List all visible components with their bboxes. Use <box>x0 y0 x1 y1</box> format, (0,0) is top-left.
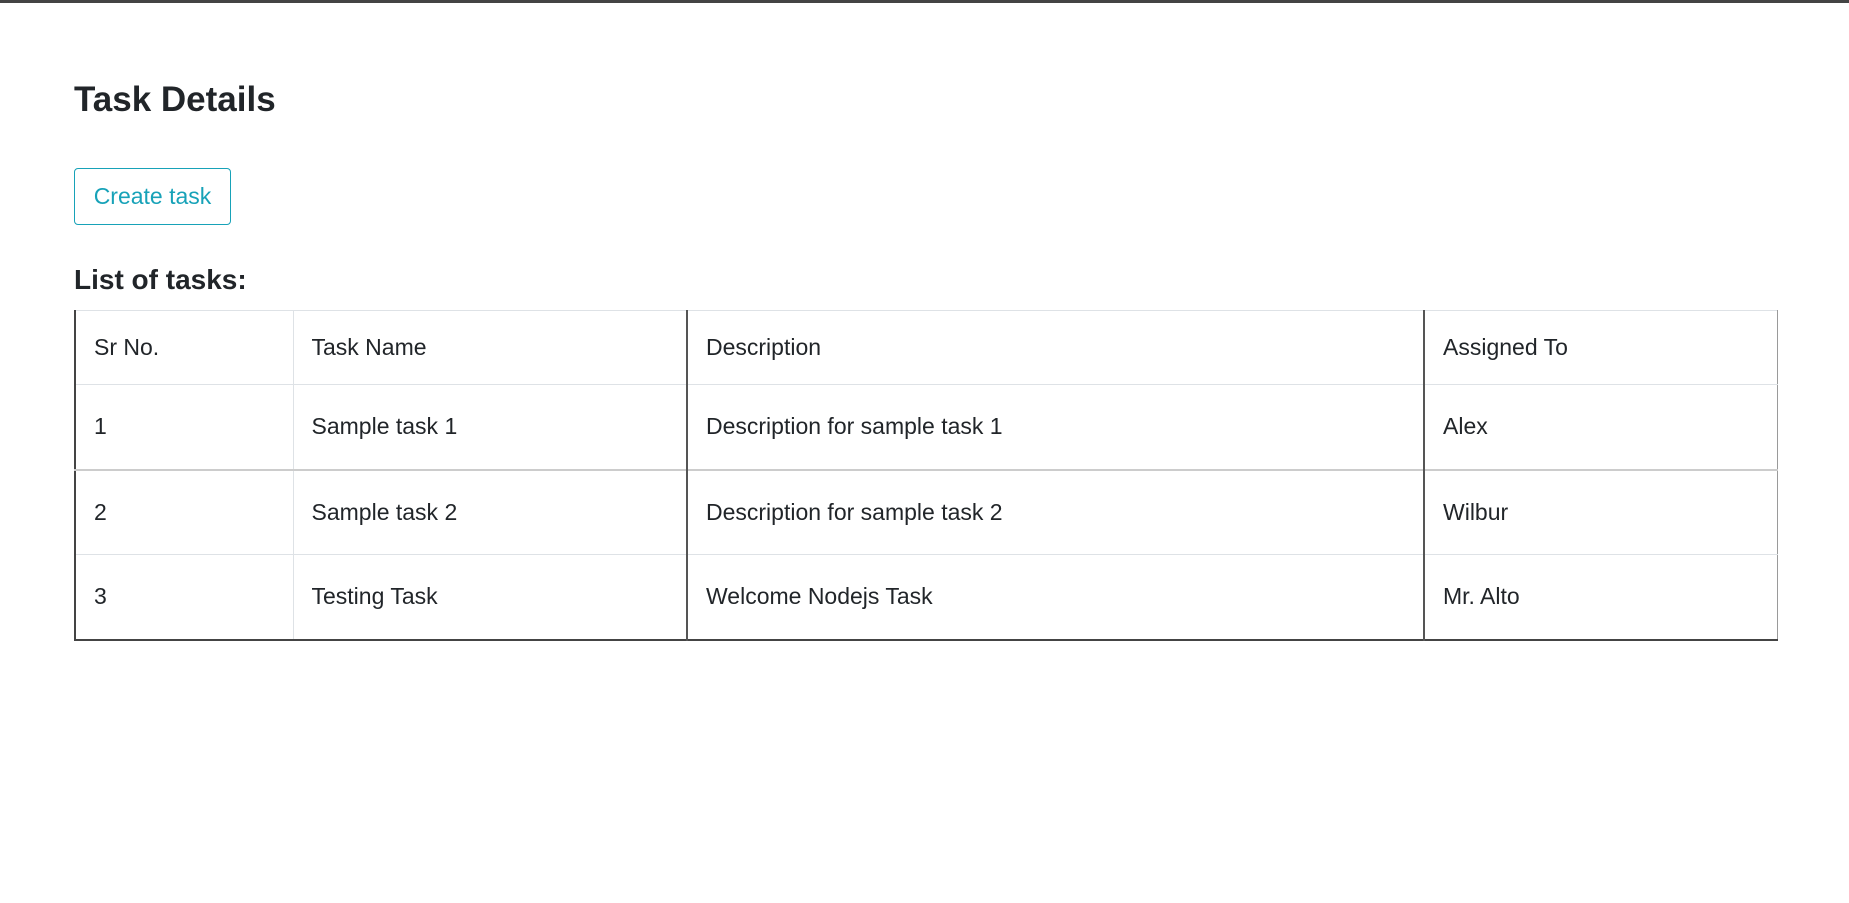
page-title: Task Details <box>74 80 276 119</box>
cell-sr-no: 1 <box>74 384 293 470</box>
header-row: Sr No. Task Name Description Assigned To <box>74 310 1777 385</box>
cell-assigned-to: Wilbur <box>1423 469 1777 555</box>
cell-assigned-to: Alex <box>1423 384 1777 470</box>
tasks-table: Sr No. Task Name Description Assigned To… <box>74 310 1778 641</box>
table-body: 1 Sample task 1 Description for sample t… <box>74 384 1777 640</box>
cell-description: Description for sample task 2 <box>686 469 1424 555</box>
header-description: Description <box>686 310 1424 385</box>
cell-task-name: Sample task 1 <box>292 384 687 470</box>
list-title: List of tasks: <box>74 264 247 295</box>
cell-sr-no: 2 <box>74 469 293 555</box>
cell-sr-no: 3 <box>74 554 293 640</box>
table-row: 2 Sample task 2 Description for sample t… <box>74 469 1777 555</box>
header-task-name: Task Name <box>292 310 687 385</box>
table-row: 3 Testing Task Welcome Nodejs Task Mr. A… <box>74 554 1777 640</box>
cell-task-name: Testing Task <box>292 554 687 640</box>
top-border <box>0 0 1849 3</box>
header-sr-no: Sr No. <box>74 310 293 385</box>
table-row: 1 Sample task 1 Description for sample t… <box>74 384 1777 470</box>
cell-description: Welcome Nodejs Task <box>686 554 1424 640</box>
header-assigned-to: Assigned To <box>1423 310 1777 385</box>
table-header: Sr No. Task Name Description Assigned To <box>74 310 1777 385</box>
cell-assigned-to: Mr. Alto <box>1423 554 1777 640</box>
cell-task-name: Sample task 2 <box>292 469 687 555</box>
create-task-button[interactable]: Create task <box>74 168 231 225</box>
cell-description: Description for sample task 1 <box>686 384 1424 470</box>
